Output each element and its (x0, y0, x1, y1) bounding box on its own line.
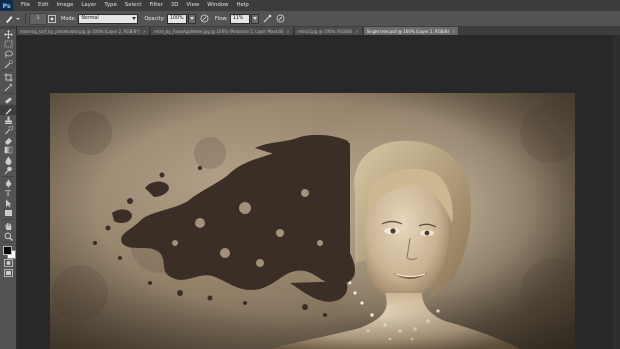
tool-preset-picker[interactable] (2, 13, 22, 24)
menu-3d[interactable]: 3D (167, 0, 183, 11)
menu-type[interactable]: Type (100, 0, 120, 11)
flow-label: Flow: (214, 15, 228, 22)
menu-layer[interactable]: Layer (77, 0, 100, 11)
separator (2, 176, 14, 177)
tools-panel: T (0, 26, 17, 349)
menu-image[interactable]: Image (52, 0, 77, 11)
separator (2, 93, 14, 94)
document-tab[interactable]: retro_by_FuwaAppletree.jpg @ 100% (Poste… (151, 27, 294, 35)
path-select-tool-icon[interactable] (0, 198, 16, 208)
brush-size-picker[interactable]: 1 (29, 12, 47, 25)
clone-stamp-tool-icon[interactable] (0, 115, 16, 125)
marquee-tool-icon[interactable] (0, 39, 16, 49)
menu-bar: Ps File Edit Image Layer Type Select Fil… (0, 0, 620, 11)
opacity-stepper[interactable] (187, 13, 196, 24)
quick-mask-icon[interactable] (0, 258, 16, 268)
opacity-field[interactable]: 100% (166, 13, 187, 24)
pen-tool-icon[interactable] (0, 178, 16, 188)
vertical-scrollbar[interactable] (613, 35, 620, 349)
quick-select-tool-icon[interactable] (0, 59, 16, 69)
zoom-tool-icon[interactable] (0, 231, 16, 241)
document-tab[interactable]: retro2.jpg @ 100% (RGB/8) × (294, 27, 363, 35)
blur-tool-icon[interactable] (0, 155, 16, 165)
crop-tool-icon[interactable] (0, 72, 16, 82)
pressure-size-icon[interactable] (276, 14, 286, 24)
brush-panel-toggle-icon[interactable] (47, 14, 57, 24)
close-icon[interactable]: × (286, 29, 289, 34)
menu-filter[interactable]: Filter (145, 0, 166, 11)
pressure-opacity-icon[interactable] (200, 14, 210, 24)
chevron-down-icon (132, 16, 137, 20)
type-tool-glyph: T (5, 188, 11, 198)
airbrush-icon[interactable] (263, 14, 273, 24)
flow-field[interactable]: 11% (229, 13, 250, 24)
opacity-label: Opacity: (144, 15, 165, 22)
type-tool-icon[interactable]: T (0, 188, 16, 198)
tab-label: morning_surf_by_pinkeknoke.jpg @ 100% (L… (20, 28, 140, 34)
separator (2, 242, 14, 243)
options-bar: 1 Mode: Normal Opacity: 100% Flow: 11% (0, 11, 620, 27)
foreground-color-swatch[interactable] (3, 246, 12, 255)
separator (2, 219, 14, 220)
tab-label: retro2.jpg @ 100% (RGB/8) (297, 28, 353, 34)
menu-select[interactable]: Select (121, 0, 146, 11)
document-tab-active[interactable]: Single tree.psd @ 100% (Layer 2, RGB/8) … (363, 27, 460, 35)
tab-label: Single tree.psd @ 100% (Layer 2, RGB/8) (366, 28, 450, 34)
eyedropper-tool-icon[interactable] (0, 82, 16, 92)
eraser-tool-icon[interactable] (0, 135, 16, 145)
screen-mode-icon[interactable] (0, 268, 16, 278)
mode-select[interactable]: Normal (78, 13, 139, 24)
tab-label: retro_by_FuwaAppletree.jpg @ 100% (Poste… (154, 28, 284, 34)
menu-edit[interactable]: Edit (34, 0, 52, 11)
close-icon[interactable]: × (143, 29, 146, 34)
photoshop-logo: Ps (0, 0, 13, 11)
gradient-tool-icon[interactable] (0, 145, 16, 155)
separator (2, 70, 14, 71)
document-tab[interactable]: morning_surf_by_pinkeknoke.jpg @ 100% (L… (17, 27, 151, 35)
dodge-tool-icon[interactable] (0, 165, 16, 175)
brush-tool-icon[interactable] (0, 105, 16, 115)
hand-tool-icon[interactable] (0, 221, 16, 231)
brush-tool-icon (6, 16, 20, 23)
close-icon[interactable]: × (452, 29, 455, 34)
menu-window[interactable]: Window (203, 0, 232, 11)
close-icon[interactable]: × (355, 29, 358, 34)
color-swatches[interactable] (0, 244, 16, 259)
shape-tool-icon[interactable] (0, 208, 16, 218)
lasso-tool-icon[interactable] (0, 49, 16, 59)
menu-help[interactable]: Help (232, 0, 252, 11)
document-canvas-image[interactable] (50, 93, 575, 349)
separator (25, 13, 26, 24)
opacity-value: 100% (169, 16, 184, 21)
menu-file[interactable]: File (17, 0, 34, 11)
flow-stepper[interactable] (250, 13, 259, 24)
mode-label: Mode: (61, 15, 77, 22)
history-brush-tool-icon[interactable] (0, 125, 16, 135)
flow-value: 11% (232, 16, 244, 21)
brush-size-value: 1 (36, 16, 40, 21)
move-tool-icon[interactable] (0, 29, 16, 39)
menu-view[interactable]: View (182, 0, 203, 11)
document-tab-bar: morning_surf_by_pinkeknoke.jpg @ 100% (L… (17, 26, 620, 35)
healing-brush-tool-icon[interactable] (0, 95, 16, 105)
mode-value: Normal (81, 16, 99, 21)
